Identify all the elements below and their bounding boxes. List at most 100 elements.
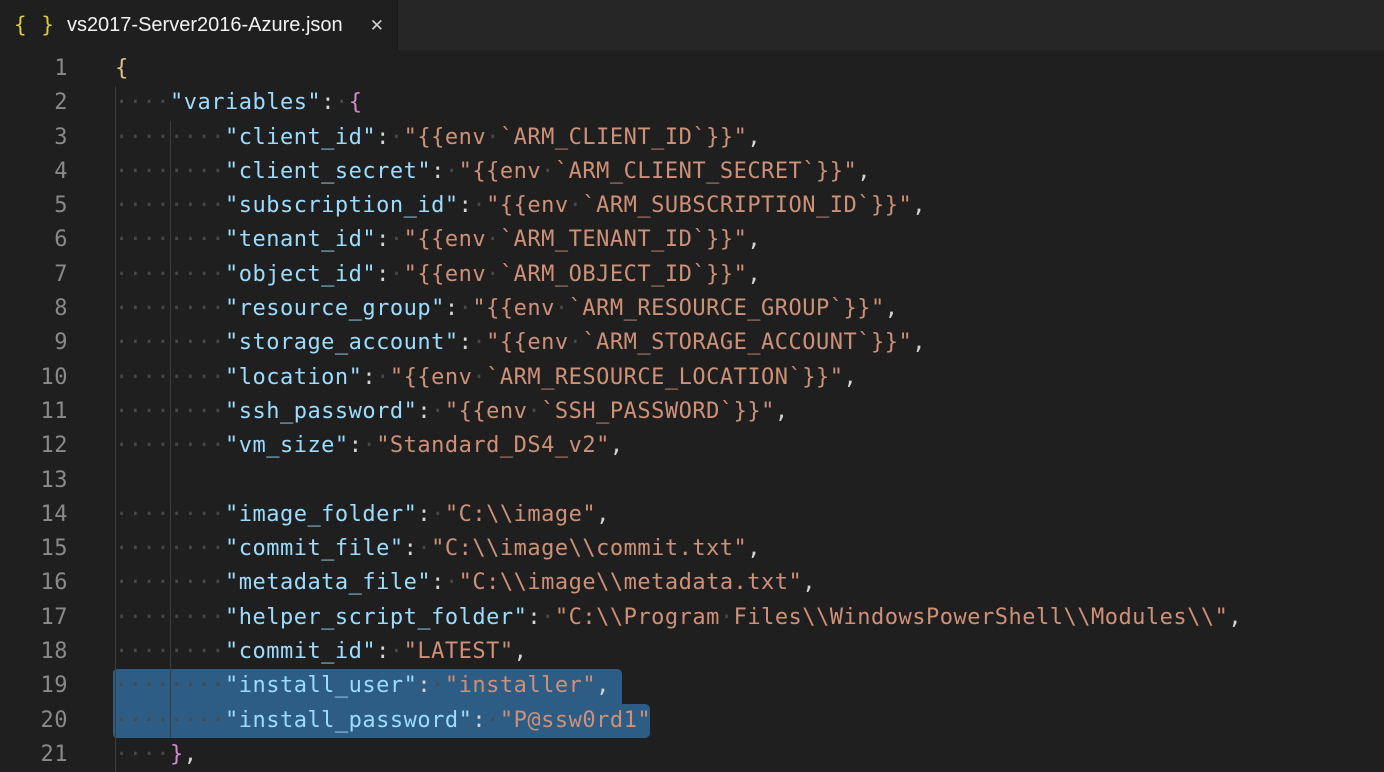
code-line-20[interactable]: ········"install_password":·"P@ssw0rd1" <box>115 704 1384 738</box>
json-key: "install_password" <box>225 708 472 733</box>
whitespace-dots: · <box>569 330 583 355</box>
json-string: "LATEST" <box>404 639 514 664</box>
whitespace-dots: ········ <box>115 125 225 150</box>
whitespace-dots: · <box>472 330 486 355</box>
code-line-8[interactable]: ········"resource_group":·"{{env·`ARM_RE… <box>115 292 1384 326</box>
punctuation: , <box>596 502 610 527</box>
whitespace-dots: · <box>445 570 459 595</box>
whitespace-dots: · <box>459 296 473 321</box>
code-line-14[interactable]: ········"image_folder":·"C:\\image", <box>115 498 1384 532</box>
code-line-13[interactable] <box>115 464 1384 498</box>
code-line-15[interactable]: ········"commit_file":·"C:\\image\\commi… <box>115 532 1384 566</box>
punctuation: , <box>802 570 816 595</box>
bracket-depth1: { <box>115 56 129 81</box>
tab-close-icon[interactable]: ✕ <box>367 14 387 37</box>
whitespace-dots: · <box>541 159 555 184</box>
json-string: "{{env <box>404 262 486 287</box>
json-string: "{{env <box>486 330 568 355</box>
whitespace-dots: · <box>472 193 486 218</box>
line-number: 3 <box>0 121 68 155</box>
code-line-5[interactable]: ········"subscription_id":·"{{env·`ARM_S… <box>115 189 1384 223</box>
json-string: "{{env <box>404 125 486 150</box>
json-key: "variables" <box>170 90 321 115</box>
line-number: 2 <box>0 86 68 120</box>
punctuation: : <box>431 159 445 184</box>
punctuation: : <box>376 262 390 287</box>
code-line-6[interactable]: ········"tenant_id":·"{{env·`ARM_TENANT_… <box>115 223 1384 257</box>
whitespace-dots: · <box>486 227 500 252</box>
punctuation: : <box>417 673 431 698</box>
json-key: "ssh_password" <box>225 399 417 424</box>
code-line-17[interactable]: ········"helper_script_folder":·"C:\\Pro… <box>115 601 1384 635</box>
code-line-12[interactable]: ········"vm_size":·"Standard_DS4_v2", <box>115 429 1384 463</box>
whitespace-dots: · <box>431 673 445 698</box>
line-number: 18 <box>0 635 68 669</box>
code-line-1[interactable]: { <box>115 52 1384 86</box>
json-key: "image_folder" <box>225 502 417 527</box>
whitespace-dots: ········ <box>115 227 225 252</box>
whitespace-dots: ········ <box>115 193 225 218</box>
punctuation: : <box>321 90 335 115</box>
json-key: "vm_size" <box>225 433 349 458</box>
line-number: 21 <box>0 738 68 772</box>
code-line-9[interactable]: ········"storage_account":·"{{env·`ARM_S… <box>115 326 1384 360</box>
punctuation: : <box>459 193 473 218</box>
whitespace-dots: · <box>390 639 404 664</box>
punctuation: , <box>596 673 610 698</box>
whitespace-dots: · <box>541 605 555 630</box>
json-string: "Standard_DS4_v2" <box>376 433 610 458</box>
code-line-7[interactable]: ········"object_id":·"{{env·`ARM_OBJECT_… <box>115 258 1384 292</box>
json-string: `ARM_STORAGE_ACCOUNT`}}" <box>582 330 912 355</box>
json-string: "{{env <box>472 296 554 321</box>
punctuation: : <box>376 125 390 150</box>
code-line-16[interactable]: ········"metadata_file":·"C:\\image\\met… <box>115 566 1384 600</box>
punctuation: , <box>747 536 761 561</box>
line-number: 6 <box>0 223 68 257</box>
indent-guide <box>115 86 116 772</box>
json-key: "metadata_file" <box>225 570 431 595</box>
punctuation: : <box>376 639 390 664</box>
code-lines[interactable]: { ····"variables":·{········"client_id":·… <box>68 52 1384 772</box>
punctuation: : <box>362 365 376 390</box>
code-line-3[interactable]: ········"client_id":·"{{env·`ARM_CLIENT_… <box>115 121 1384 155</box>
json-key: "commit_file" <box>225 536 404 561</box>
whitespace-dots: · <box>390 227 404 252</box>
code-line-18[interactable]: ········"commit_id":·"LATEST", <box>115 635 1384 669</box>
code-line-4[interactable]: ········"client_secret":·"{{env·`ARM_CLI… <box>115 155 1384 189</box>
punctuation: , <box>514 639 528 664</box>
json-key: "client_secret" <box>225 159 431 184</box>
json-string: `ARM_TENANT_ID`}}" <box>500 227 747 252</box>
punctuation: , <box>1228 605 1242 630</box>
json-key: "resource_group" <box>225 296 445 321</box>
line-number: 1 <box>0 52 68 86</box>
json-key: "tenant_id" <box>225 227 376 252</box>
punctuation: , <box>747 125 761 150</box>
punctuation: , <box>747 227 761 252</box>
whitespace-dots: ········ <box>115 262 225 287</box>
code-line-21[interactable]: ····}, <box>115 738 1384 772</box>
punctuation: : <box>404 536 418 561</box>
code-line-2[interactable]: ····"variables":·{ <box>115 86 1384 120</box>
line-number: 19 <box>0 669 68 703</box>
code-line-11[interactable]: ········"ssh_password":·"{{env·`SSH_PASS… <box>115 395 1384 429</box>
whitespace-dots: · <box>527 399 541 424</box>
code-line-19[interactable]: ········"install_user":·"installer", <box>115 669 1384 703</box>
punctuation: , <box>857 159 871 184</box>
line-number: 4 <box>0 155 68 189</box>
code-line-10[interactable]: ········"location":·"{{env·`ARM_RESOURCE… <box>115 361 1384 395</box>
whitespace-dots: ········ <box>115 330 225 355</box>
whitespace-dots: · <box>362 433 376 458</box>
json-string: `ARM_RESOURCE_LOCATION`}}" <box>486 365 843 390</box>
whitespace-dots: ········ <box>115 433 225 458</box>
line-number: 9 <box>0 326 68 360</box>
json-string: `ARM_RESOURCE_GROUP`}}" <box>569 296 885 321</box>
json-string: "{{env <box>404 227 486 252</box>
tab-title: vs2017-Server2016-Azure.json <box>67 14 367 37</box>
punctuation: : <box>459 330 473 355</box>
json-string: "C:\\image" <box>445 502 596 527</box>
whitespace-dots: ········ <box>115 536 225 561</box>
editor[interactable]: 123456789101112131415161718192021 {····"… <box>0 50 1384 772</box>
json-file-icon: { } <box>14 15 55 36</box>
tab-vs2017-server2016-azure-json[interactable]: { } vs2017-Server2016-Azure.json ✕ <box>0 0 398 50</box>
punctuation: : <box>472 708 486 733</box>
